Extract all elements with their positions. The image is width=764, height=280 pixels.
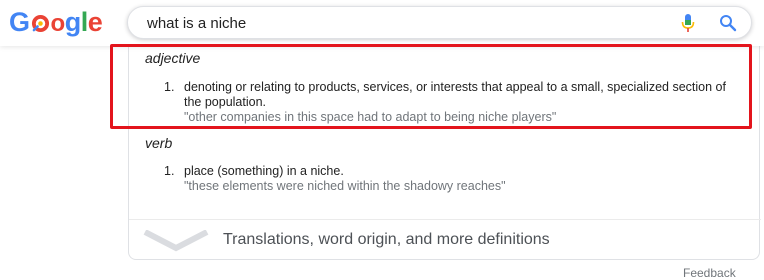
definition-text: place (something) in a niche.	[184, 164, 344, 178]
example-text: "these elements were niched within the s…	[184, 179, 506, 193]
sense-definition: place (something) in a niche. "these ele…	[184, 164, 744, 194]
header-bar: G ogle	[0, 0, 764, 46]
logo-letter-o: o	[50, 10, 66, 37]
more-definitions-link[interactable]: Translations, word origin, and more defi…	[129, 220, 761, 260]
part-of-speech-adjective: adjective	[145, 50, 201, 66]
dictionary-card: adjective 1. denoting or relating to pro…	[128, 44, 761, 260]
logo-letter-e: e	[87, 7, 103, 37]
logo-letter-g2: g	[64, 7, 82, 37]
google-logo[interactable]: G ogle	[9, 6, 103, 40]
part-of-speech-verb: verb	[145, 135, 173, 151]
magnifier-icon[interactable]	[719, 14, 737, 32]
search-box[interactable]	[127, 6, 752, 39]
sense-definition: denoting or relating to products, servic…	[184, 80, 744, 125]
chevron-down-icon	[143, 230, 209, 252]
microphone-icon[interactable]	[681, 14, 695, 33]
sense-number: 1.	[164, 164, 175, 178]
feedback-link[interactable]: Feedback	[683, 266, 736, 280]
logo-letter-g: G	[9, 7, 30, 37]
example-text: "other companies in this space had to ad…	[184, 110, 557, 124]
doodle-o-icon	[31, 14, 49, 33]
definition-text: denoting or relating to products, servic…	[184, 80, 726, 109]
more-definitions-label: Translations, word origin, and more defi…	[223, 231, 550, 248]
logo-letter-l: l	[80, 7, 89, 37]
sense-number: 1.	[164, 80, 175, 94]
search-input[interactable]	[147, 12, 647, 34]
